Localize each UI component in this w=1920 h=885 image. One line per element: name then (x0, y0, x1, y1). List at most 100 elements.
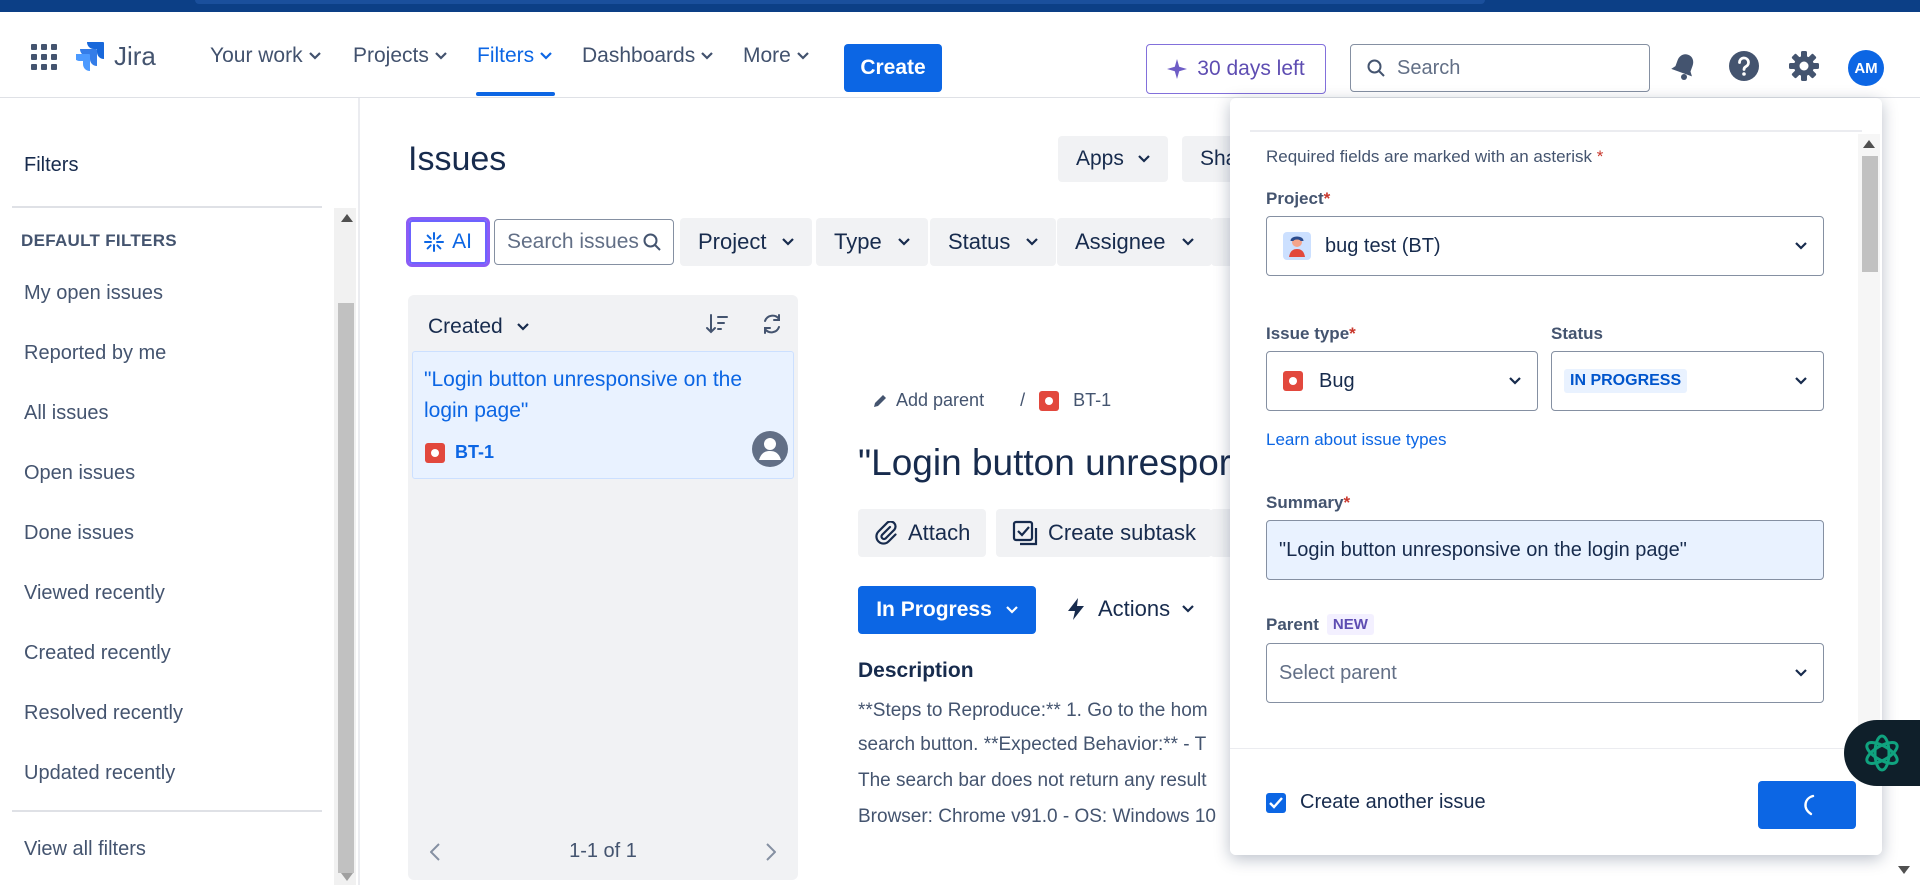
description-line[interactable]: The search bar does not return any resul… (858, 770, 1207, 792)
active-nav-indicator (476, 92, 555, 96)
modal-header (1250, 98, 1862, 132)
filter-project[interactable]: Project (680, 218, 813, 266)
sidebar-item-done-issues[interactable]: Done issues (24, 522, 134, 545)
create-another-label: Create another issue (1300, 791, 1486, 813)
apps-button[interactable]: Apps (1058, 136, 1168, 182)
ai-search-button[interactable]: AI (406, 217, 490, 267)
filter-status[interactable]: Status (930, 218, 1057, 266)
scroll-up-arrow-icon[interactable] (341, 214, 353, 222)
sidebar-item-viewed-recently[interactable]: Viewed recently (24, 582, 165, 605)
divider (12, 206, 322, 208)
issue-type-select[interactable]: Bug (1266, 351, 1538, 411)
pagination-text: 1-1 of 1 (569, 840, 637, 862)
sidebar-item-reported-by-me[interactable]: Reported by me (24, 342, 166, 365)
modal-scrollbar-thumb[interactable] (1862, 156, 1878, 272)
required-asterisk: * (1323, 189, 1331, 208)
sidebar-item-created-recently[interactable]: Created recently (24, 642, 171, 665)
chevron-down-icon (782, 238, 795, 246)
parent-label-text: Parent (1266, 614, 1319, 634)
scroll-up-arrow-icon[interactable] (1863, 140, 1875, 148)
search-placeholder: Search (1397, 56, 1461, 79)
add-parent-link[interactable]: Add parent (872, 390, 984, 411)
app-switcher-icon[interactable] (31, 44, 57, 70)
breadcrumb-issue-key-label: BT-1 (1073, 390, 1112, 410)
chevron-down-icon (1181, 238, 1194, 246)
sort-label: Created (428, 315, 503, 338)
nav-your-work[interactable]: Your work (210, 44, 321, 68)
search-issues-input[interactable]: Search issues (494, 219, 674, 265)
chevron-down-icon (1005, 606, 1018, 614)
nav-dashboards[interactable]: Dashboards (582, 44, 714, 68)
unassigned-avatar-icon[interactable] (751, 430, 789, 468)
global-search-input[interactable]: Search (1350, 44, 1650, 92)
sidebar-item-open-issues[interactable]: Open issues (24, 462, 135, 485)
sort-order-icon[interactable] (705, 313, 729, 335)
status-transition-label: In Progress (876, 598, 992, 621)
learn-issue-types-link[interactable]: Learn about issue types (1266, 430, 1447, 450)
browser-top-strip (0, 0, 1920, 12)
create-button[interactable]: Create (844, 44, 942, 92)
sidebar-section-heading: DEFAULT FILTERS (21, 231, 177, 250)
nav-filters[interactable]: Filters (477, 44, 552, 68)
attach-button[interactable]: Attach (858, 509, 987, 557)
openai-logo-icon (1865, 734, 1899, 772)
actions-button[interactable]: Actions (1066, 596, 1194, 622)
sidebar-item-resolved-recently[interactable]: Resolved recently (24, 702, 183, 725)
avatar[interactable]: AM (1848, 50, 1884, 86)
project-field-label: Project* (1266, 189, 1330, 209)
status-select[interactable]: IN PROGRESS (1551, 351, 1824, 411)
sort-dropdown[interactable]: Created (428, 315, 529, 339)
submit-create-button[interactable] (1758, 781, 1856, 829)
create-another-checkbox[interactable]: Create another issue (1266, 791, 1486, 814)
parent-select[interactable]: Select parent (1266, 643, 1824, 703)
nav-projects[interactable]: Projects (353, 44, 447, 68)
breadcrumb-separator: / (1020, 390, 1026, 410)
search-icon (643, 233, 661, 251)
trial-label: 30 days left (1197, 57, 1305, 80)
description-line[interactable]: Browser: Chrome v91.0 - OS: Windows 10 (858, 806, 1216, 828)
nav-more[interactable]: More (743, 44, 809, 68)
nav-more-label: More (743, 44, 791, 67)
issue-card-title: "Login button unresponsive on the login … (424, 368, 743, 422)
scroll-down-arrow-icon[interactable] (1898, 866, 1910, 874)
summary-input[interactable]: "Login button unresponsive on the login … (1266, 520, 1824, 580)
chat-assistant-widget[interactable] (1844, 720, 1920, 786)
sidebar-item-my-open-issues[interactable]: My open issues (24, 282, 163, 305)
project-avatar-icon (1283, 232, 1311, 260)
filter-assignee[interactable]: Assignee (1057, 218, 1212, 266)
scroll-down-arrow-icon[interactable] (341, 873, 353, 881)
actions-label: Actions (1098, 596, 1171, 621)
nav-projects-label: Projects (353, 44, 429, 67)
jira-logo-text: Jira (114, 40, 156, 71)
settings-icon[interactable] (1788, 50, 1820, 82)
apps-label: Apps (1076, 147, 1124, 170)
status-transition-button[interactable]: In Progress (858, 586, 1036, 634)
ai-label: AI (452, 230, 472, 253)
sidebar-scrollbar-thumb[interactable] (338, 303, 354, 873)
nav-dashboards-label: Dashboards (582, 44, 696, 67)
description-line[interactable]: **Steps to Reproduce:** 1. Go to the hom (858, 700, 1208, 722)
issue-list-panel: Created "Login button unresponsive on th… (408, 295, 798, 880)
next-page-icon[interactable] (766, 843, 776, 861)
chevron-down-icon (1026, 238, 1039, 246)
issue-card[interactable]: "Login button unresponsive on the login … (412, 351, 794, 479)
filter-project-label: Project (698, 229, 767, 254)
chevron-down-icon (897, 238, 910, 246)
issue-detail-title[interactable]: "Login button unrespor (858, 442, 1231, 484)
help-icon[interactable] (1728, 50, 1760, 82)
sidebar-item-view-all-filters[interactable]: View all filters (24, 838, 146, 861)
create-subtask-button[interactable]: Create subtask (996, 509, 1212, 557)
issue-type-label-text: Issue type (1266, 324, 1350, 343)
filter-type-label: Type (834, 229, 882, 254)
breadcrumb-issue-key[interactable]: BT-1 (1039, 390, 1111, 411)
bell-icon[interactable] (1671, 52, 1697, 80)
refresh-icon[interactable] (761, 313, 783, 335)
trial-button[interactable]: 30 days left (1146, 44, 1326, 94)
sidebar-item-all-issues[interactable]: All issues (24, 402, 108, 425)
description-line[interactable]: search button. **Expected Behavior:** - … (858, 734, 1206, 756)
filter-type[interactable]: Type (816, 218, 928, 266)
jira-logo[interactable]: Jira (76, 40, 156, 72)
sidebar-item-updated-recently[interactable]: Updated recently (24, 762, 175, 785)
project-select[interactable]: bug test (BT) (1266, 216, 1824, 276)
required-asterisk: * (1343, 493, 1351, 512)
